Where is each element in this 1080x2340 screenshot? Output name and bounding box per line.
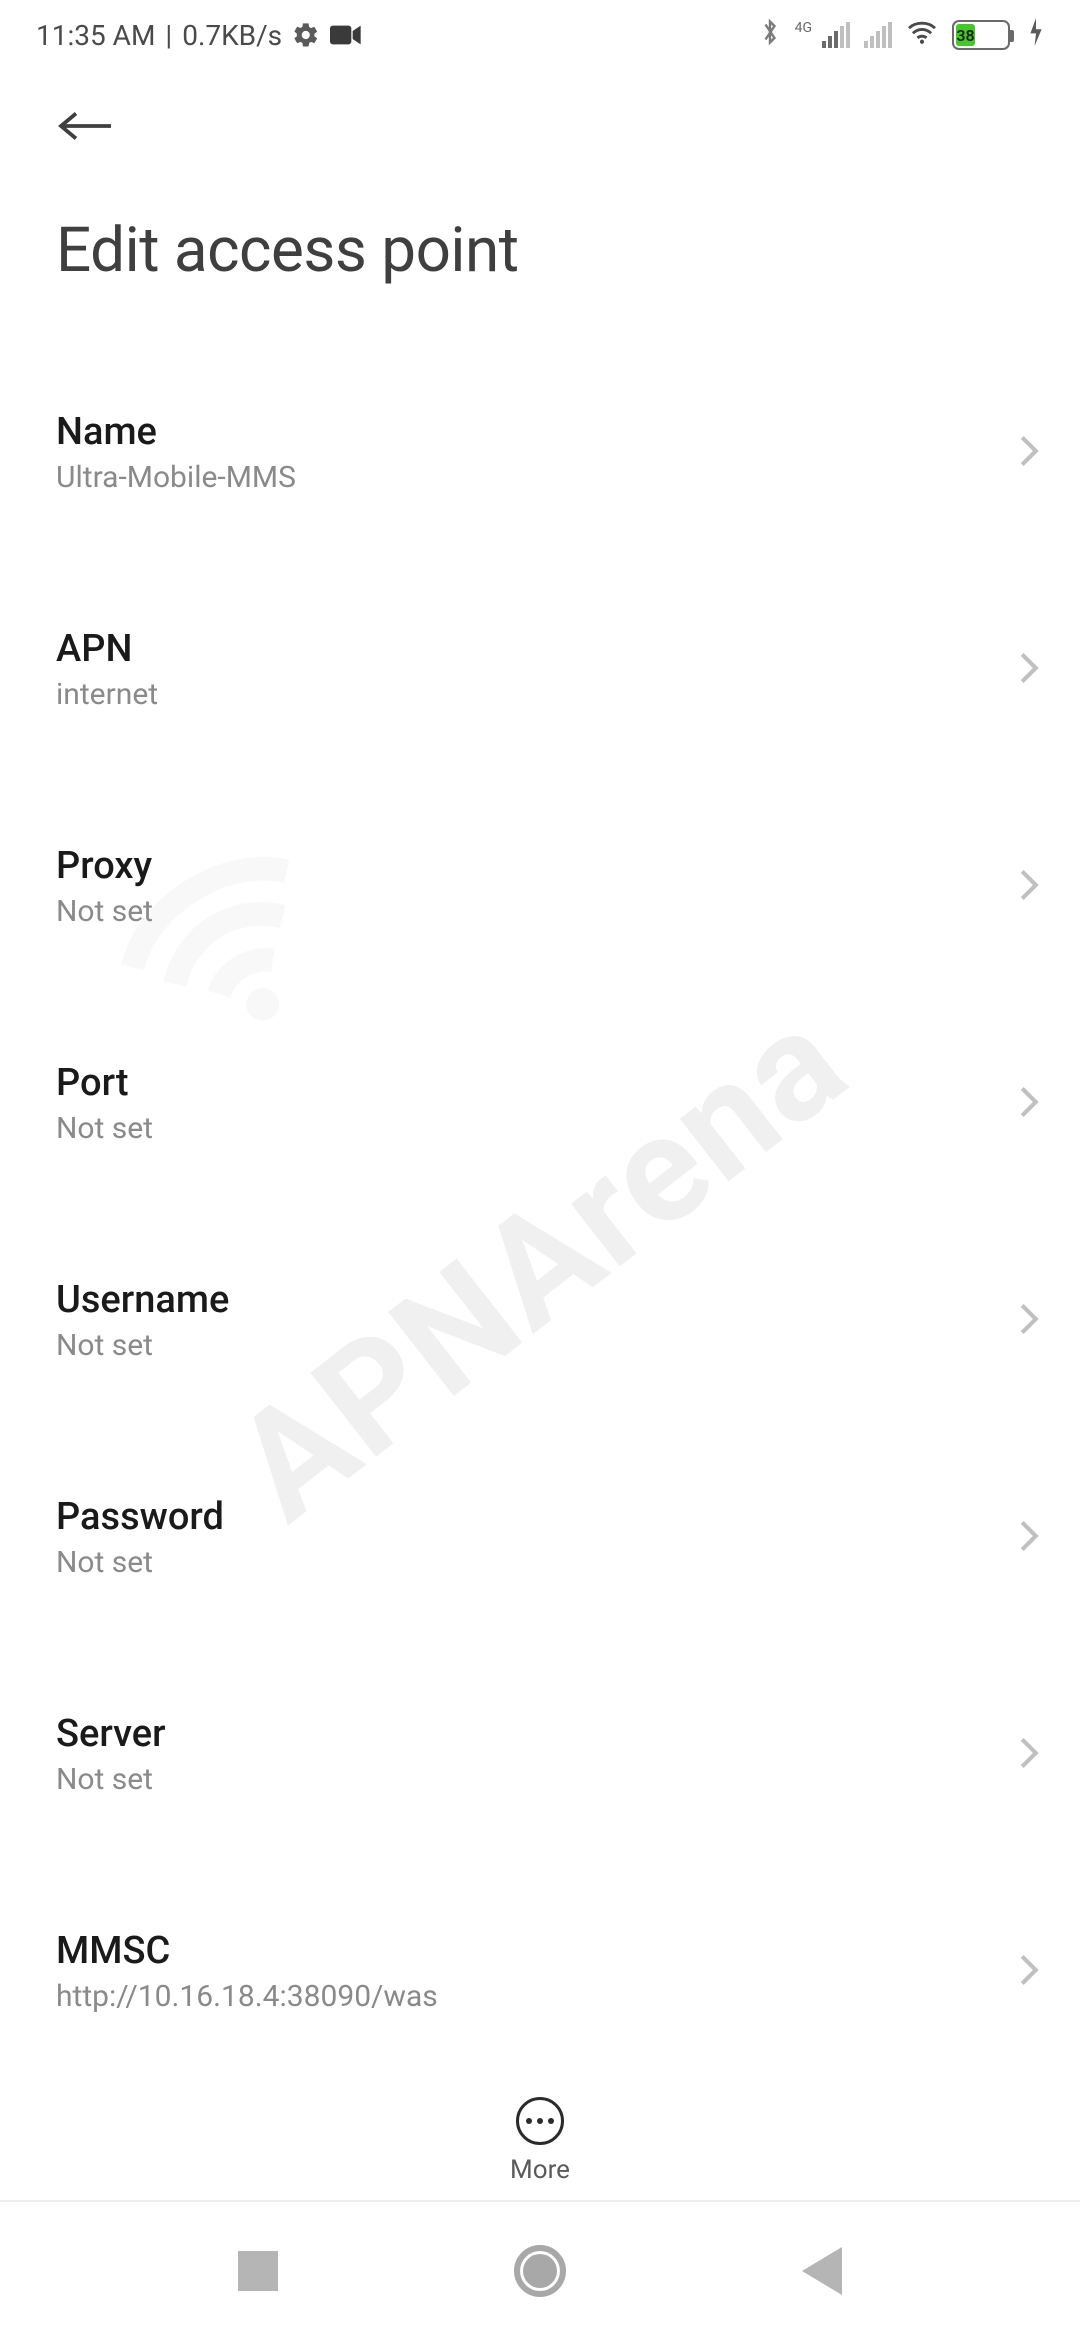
- chevron-right-icon: [1018, 1736, 1040, 1774]
- chevron-right-icon: [1018, 1085, 1040, 1123]
- chevron-right-icon: [1018, 1953, 1040, 1991]
- camera-icon: [330, 23, 362, 47]
- row-value: Not set: [56, 1762, 166, 1797]
- chevron-right-icon: [1018, 1302, 1040, 1340]
- page-header: Edit access point: [0, 70, 1080, 287]
- status-bar-right: 4G 38: [759, 17, 1044, 54]
- row-value: internet: [56, 677, 158, 712]
- chevron-right-icon: [1018, 1519, 1040, 1557]
- status-network-speed: 0.7KB/s: [182, 19, 282, 52]
- system-nav-bar: [0, 2200, 1080, 2340]
- row-label: Password: [56, 1495, 224, 1539]
- settings-list: Name Ultra-Mobile-MMS APN internet Proxy…: [0, 380, 1080, 2060]
- row-label: MMSC: [56, 1929, 438, 1973]
- gear-icon: [292, 21, 320, 49]
- charging-icon: [1028, 18, 1044, 52]
- more-icon: [516, 2097, 564, 2145]
- signal-bars-sim1-icon: [822, 22, 850, 48]
- row-value: Not set: [56, 1545, 224, 1580]
- status-bar-left: 11:35 AM | 0.7KB/s: [36, 19, 362, 52]
- more-label: More: [510, 2155, 570, 2185]
- status-bar: 11:35 AM | 0.7KB/s 4G 38: [0, 0, 1080, 70]
- row-label: APN: [56, 627, 158, 671]
- row-value: Not set: [56, 894, 153, 929]
- row-server[interactable]: Server Not set: [0, 1682, 1080, 1827]
- row-value: http://10.16.18.4:38090/was: [56, 1979, 438, 2014]
- more-button[interactable]: More: [510, 2097, 570, 2185]
- bluetooth-icon: [759, 17, 781, 54]
- row-mmsc[interactable]: MMSC http://10.16.18.4:38090/was: [0, 1899, 1080, 2044]
- row-label: Name: [56, 410, 296, 454]
- chevron-right-icon: [1018, 434, 1040, 472]
- bottom-action-bar: More: [0, 2073, 1080, 2185]
- row-username[interactable]: Username Not set: [0, 1248, 1080, 1393]
- row-password[interactable]: Password Not set: [0, 1465, 1080, 1610]
- row-label: Username: [56, 1278, 229, 1322]
- row-proxy[interactable]: Proxy Not set: [0, 814, 1080, 959]
- row-apn[interactable]: APN internet: [0, 597, 1080, 742]
- row-name[interactable]: Name Ultra-Mobile-MMS: [0, 380, 1080, 525]
- row-value: Not set: [56, 1328, 229, 1363]
- row-value: Not set: [56, 1111, 153, 1146]
- row-label: Server: [56, 1712, 166, 1756]
- nav-back-button[interactable]: [802, 2247, 842, 2295]
- row-port[interactable]: Port Not set: [0, 1031, 1080, 1176]
- nav-home-button[interactable]: [514, 2245, 566, 2297]
- battery-icon: 38: [952, 20, 1010, 50]
- page-title: Edit access point: [56, 214, 1044, 287]
- wifi-icon: [906, 19, 938, 52]
- battery-level: 38: [956, 26, 974, 45]
- row-label: Proxy: [56, 844, 153, 888]
- row-value: Ultra-Mobile-MMS: [56, 460, 296, 495]
- row-label: Port: [56, 1061, 153, 1105]
- nav-recents-button[interactable]: [238, 2251, 278, 2291]
- chevron-right-icon: [1018, 651, 1040, 689]
- arrow-left-icon: [56, 106, 116, 146]
- back-button[interactable]: [56, 94, 120, 158]
- signal-network-label: 4G: [795, 20, 812, 36]
- signal-bars-sim2-icon: [864, 22, 892, 48]
- chevron-right-icon: [1018, 868, 1040, 906]
- status-sep: |: [165, 19, 172, 52]
- status-time: 11:35 AM: [36, 19, 155, 52]
- settings-scroll-area[interactable]: Name Ultra-Mobile-MMS APN internet Proxy…: [0, 380, 1080, 2060]
